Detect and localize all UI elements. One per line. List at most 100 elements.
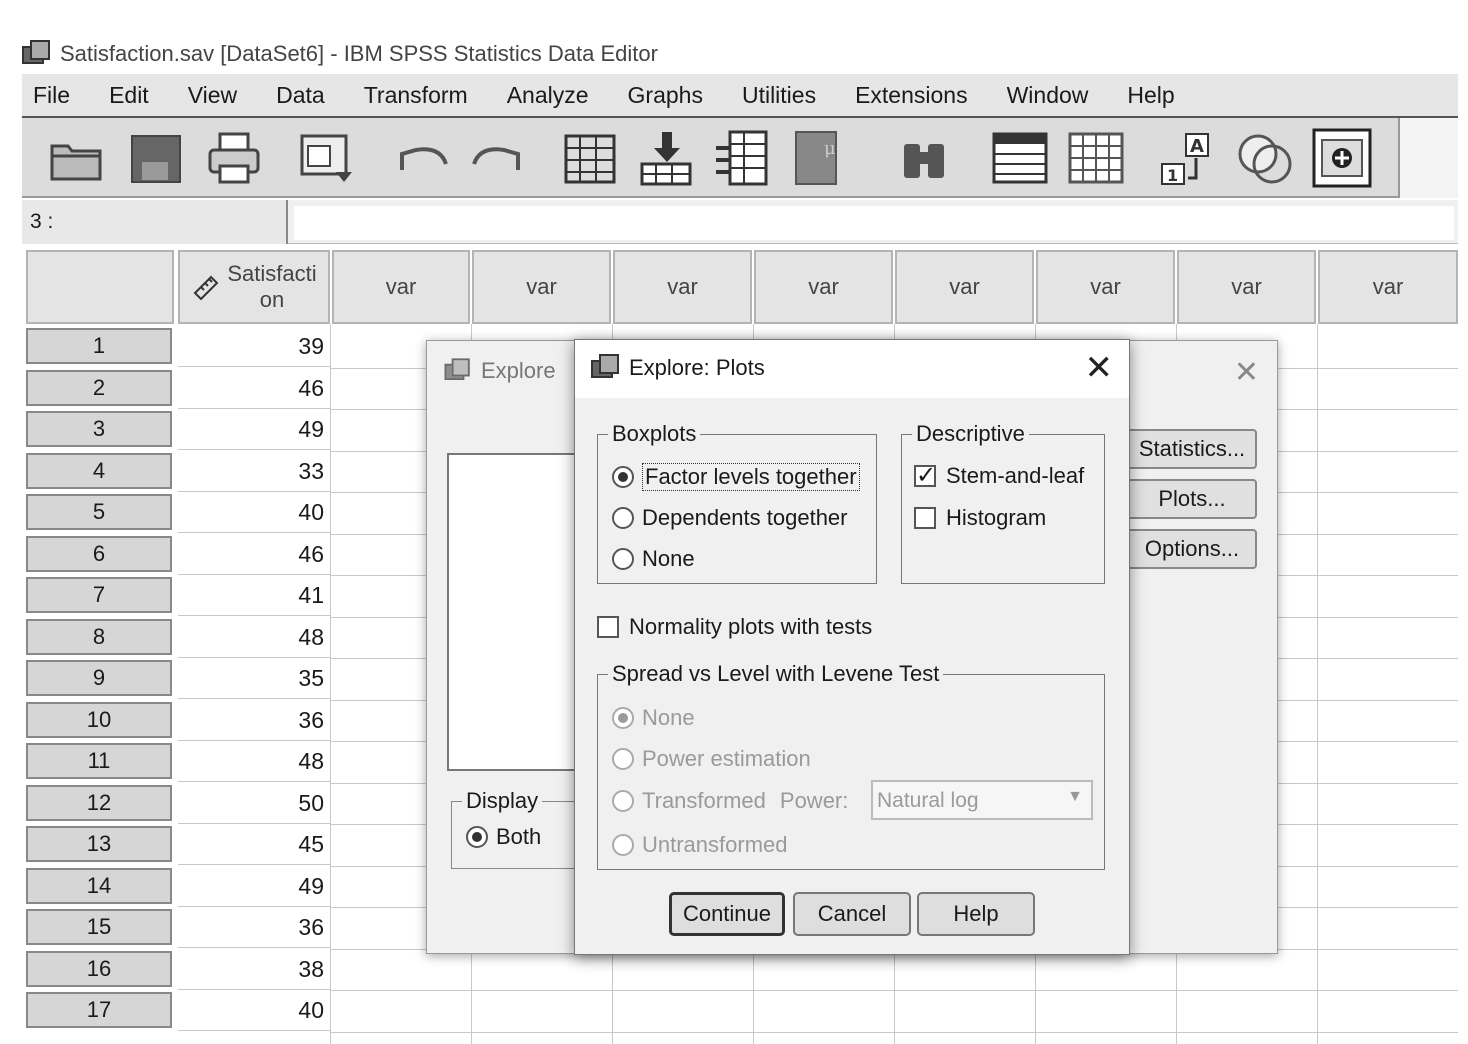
column-header-var[interactable]: var — [754, 250, 893, 324]
satisfaction-cell[interactable]: 49 — [178, 866, 330, 907]
normality-plots-checkbox[interactable]: Normality plots with tests — [597, 614, 872, 640]
row-header[interactable]: 8 — [26, 618, 172, 655]
menu-window[interactable]: Window — [1007, 82, 1089, 109]
undo-icon[interactable] — [392, 128, 452, 188]
goto-variable-icon[interactable] — [636, 128, 696, 188]
menu-utilities[interactable]: Utilities — [742, 82, 816, 109]
row-header[interactable]: 2 — [26, 369, 172, 406]
column-header-var[interactable]: var — [472, 250, 611, 324]
satisfaction-cell[interactable]: 40 — [178, 990, 330, 1031]
run-descriptives-icon[interactable]: μ — [790, 128, 850, 188]
histogram-checkbox[interactable]: Histogram — [914, 505, 1046, 531]
power-estimation-radio[interactable]: Power estimation — [612, 746, 811, 772]
menu-transform[interactable]: Transform — [364, 82, 468, 109]
satisfaction-cell[interactable]: 36 — [178, 907, 330, 948]
menu-view[interactable]: View — [188, 82, 237, 109]
print-icon[interactable] — [204, 128, 264, 188]
column-header-var[interactable]: var — [613, 250, 752, 324]
row-header[interactable]: 16 — [26, 950, 172, 987]
factor-levels-together-radio[interactable]: Factor levels together — [612, 463, 860, 491]
corner-header[interactable] — [26, 250, 174, 324]
row-header[interactable]: 12 — [26, 784, 172, 821]
satisfaction-cell[interactable]: 48 — [178, 617, 330, 658]
satisfaction-cell[interactable]: 46 — [178, 534, 330, 575]
row-header[interactable]: 9 — [26, 660, 172, 696]
row-header[interactable]: 11 — [26, 743, 172, 779]
histogram-label: Histogram — [946, 505, 1047, 530]
redo-icon[interactable] — [468, 128, 528, 188]
satisfaction-cell[interactable]: 41 — [178, 575, 330, 616]
continue-button[interactable]: Continue — [669, 892, 785, 936]
column-header-var[interactable]: var — [1036, 250, 1175, 324]
satisfaction-cell[interactable]: 33 — [178, 451, 330, 492]
row-header[interactable]: 4 — [26, 452, 172, 489]
satisfaction-cell[interactable]: 38 — [178, 949, 330, 990]
statistics-button[interactable]: Statistics... — [1127, 429, 1257, 469]
cell-value-input[interactable] — [294, 206, 1454, 240]
row-header[interactable]: 13 — [26, 826, 172, 862]
insert-variable-icon[interactable] — [1066, 128, 1126, 188]
column-header-var[interactable]: var — [1177, 250, 1316, 324]
dialog-recall-icon[interactable] — [296, 128, 356, 188]
stem-and-leaf-checkbox[interactable]: ✓ Stem-and-leaf — [914, 463, 1084, 489]
cancel-button[interactable]: Cancel — [793, 892, 911, 936]
row-header[interactable]: 3 — [26, 411, 172, 447]
satisfaction-cell[interactable]: 40 — [178, 492, 330, 533]
row-header[interactable]: 17 — [26, 992, 172, 1028]
help-button[interactable]: Help — [917, 892, 1035, 936]
menu-graphs[interactable]: Graphs — [628, 82, 703, 109]
satisfaction-cell[interactable]: 46 — [178, 368, 330, 409]
untransformed-radio[interactable]: Untransformed — [612, 832, 788, 858]
close-icon[interactable]: ✕ — [1234, 355, 1259, 390]
spelling-icon[interactable] — [1312, 128, 1372, 188]
column-header-var[interactable]: var — [895, 250, 1034, 324]
satisfaction-cell[interactable]: 50 — [178, 783, 330, 824]
satisfaction-cell[interactable]: 45 — [178, 824, 330, 865]
row-header[interactable]: 10 — [26, 701, 172, 738]
variable-list[interactable] — [447, 453, 587, 771]
goto-case-icon[interactable] — [560, 128, 620, 188]
plots-button[interactable]: Plots... — [1127, 479, 1257, 519]
menu-file[interactable]: File — [33, 82, 70, 109]
menu-edit[interactable]: Edit — [109, 82, 149, 109]
value-labels-icon[interactable]: A 1 — [1160, 128, 1220, 188]
satisfaction-cell[interactable]: 36 — [178, 700, 330, 741]
row-header[interactable]: 6 — [26, 535, 172, 572]
open-folder-icon[interactable] — [46, 128, 106, 188]
factor-levels-together-label: Factor levels together — [642, 463, 860, 491]
column-header-var[interactable]: var — [332, 250, 470, 324]
dependents-together-radio[interactable]: Dependents together — [612, 505, 848, 531]
row-header[interactable]: 7 — [26, 577, 172, 613]
row-header[interactable]: 5 — [26, 494, 172, 530]
options-button[interactable]: Options... — [1127, 529, 1257, 569]
satisfaction-cell[interactable]: 35 — [178, 658, 330, 699]
boxplots-none-radio[interactable]: None — [612, 546, 695, 572]
variables-icon[interactable] — [712, 128, 772, 188]
checkmark-icon: ✓ — [914, 462, 937, 489]
close-icon[interactable]: ✕ — [1085, 348, 1114, 388]
boxplots-none-label: None — [642, 546, 695, 571]
satisfaction-cell[interactable]: 39 — [178, 326, 330, 367]
menu-help[interactable]: Help — [1127, 82, 1174, 109]
checkbox-indicator — [597, 616, 619, 638]
display-both-radio[interactable]: Both — [466, 824, 541, 850]
find-binoculars-icon[interactable] — [894, 128, 954, 188]
row-header[interactable]: 14 — [26, 867, 172, 904]
menu-extensions[interactable]: Extensions — [855, 82, 968, 109]
row-header[interactable]: 1 — [26, 328, 172, 364]
radio-indicator — [612, 548, 634, 570]
column-header-satisfaction[interactable]: Satisfacti on — [178, 250, 330, 324]
power-select[interactable]: Natural log ▼ — [871, 780, 1093, 820]
explore-titlebar: Explore — [443, 357, 556, 385]
row-header[interactable]: 15 — [26, 909, 172, 945]
spread-none-radio[interactable]: None — [612, 705, 695, 731]
transformed-radio[interactable]: Transformed Power: — [612, 788, 848, 814]
menu-data[interactable]: Data — [276, 82, 325, 109]
use-sets-icon[interactable] — [1234, 128, 1294, 188]
satisfaction-cell[interactable]: 49 — [178, 409, 330, 450]
satisfaction-cell[interactable]: 48 — [178, 741, 330, 782]
save-icon[interactable] — [126, 128, 186, 188]
menu-analyze[interactable]: Analyze — [507, 82, 589, 109]
column-header-var[interactable]: var — [1318, 250, 1458, 324]
insert-cases-icon[interactable] — [990, 128, 1050, 188]
